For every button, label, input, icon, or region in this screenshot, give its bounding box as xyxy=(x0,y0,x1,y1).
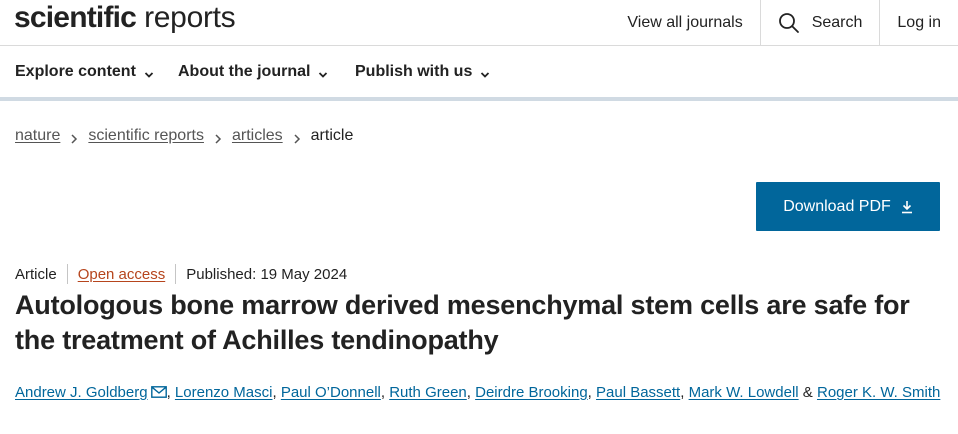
author-link[interactable]: Mark W. Lowdell xyxy=(689,384,799,401)
nav-item-label: Publish with us xyxy=(355,63,473,80)
author-separator: , xyxy=(466,384,471,401)
mail-icon[interactable] xyxy=(150,378,167,398)
author-link[interactable]: Lorenzo Masci xyxy=(175,384,273,401)
nav-explore-content[interactable]: Explore content xyxy=(15,63,154,81)
chevron-down-icon xyxy=(480,67,490,78)
breadcrumb-link-nature[interactable]: nature xyxy=(15,127,60,145)
download-pdf-label: Download PDF xyxy=(783,197,891,215)
top-bar: scientific reports View all journals Sea… xyxy=(0,0,958,46)
view-all-journals-link[interactable]: View all journals xyxy=(610,0,759,45)
author-link[interactable]: Paul O’Donnell xyxy=(281,384,381,401)
article-type: Article xyxy=(15,265,57,283)
author-conjunction: & xyxy=(802,384,813,401)
download-pdf-button[interactable]: Download PDF xyxy=(756,182,940,231)
breadcrumb: nature scientific reports articles artic… xyxy=(15,127,353,145)
breadcrumb-current: article xyxy=(310,127,354,144)
author-link[interactable]: Paul Bassett xyxy=(596,384,680,401)
article-title: Autologous bone marrow derived mesenchym… xyxy=(15,290,910,355)
chevron-down-icon xyxy=(144,67,154,78)
author-separator: , xyxy=(380,384,386,401)
chevron-right-icon xyxy=(293,131,301,144)
author-link[interactable]: Deirdre Brooking xyxy=(475,384,588,401)
open-access-link[interactable]: Open access xyxy=(78,266,166,283)
chevron-down-icon xyxy=(318,67,328,78)
top-actions: View all journals Search Log in xyxy=(610,0,958,45)
chevron-right-icon xyxy=(214,131,222,144)
author-separator: , xyxy=(272,384,277,401)
meta-divider xyxy=(175,264,177,284)
published-date: Published: 19 May 2024 xyxy=(186,265,348,283)
author-link[interactable]: Andrew J. Goldberg xyxy=(15,384,148,401)
author-separator: , xyxy=(166,384,171,401)
meta-divider xyxy=(66,264,68,284)
logo-light-text: reports xyxy=(144,1,236,34)
author-list: Andrew J. Goldberg, Lorenzo Masci, Paul … xyxy=(15,377,945,408)
article-meta: Article Open access Published: 19 May 20… xyxy=(15,264,347,284)
author-separator: , xyxy=(680,384,685,401)
author-link[interactable]: Roger K. W. Smith xyxy=(817,384,940,401)
logo-bold-text: scientific xyxy=(14,1,137,34)
author-link[interactable]: Ruth Green xyxy=(389,384,467,401)
search-button[interactable]: Search xyxy=(759,0,880,45)
nav-about-journal[interactable]: About the journal xyxy=(178,63,328,81)
search-label: Search xyxy=(811,13,863,31)
author-separator: , xyxy=(587,384,592,401)
nav-item-label: About the journal xyxy=(178,63,311,80)
chevron-right-icon xyxy=(70,131,78,144)
breadcrumb-link-articles[interactable]: articles xyxy=(232,127,283,145)
login-link[interactable]: Log in xyxy=(879,0,958,45)
search-icon xyxy=(778,12,800,34)
nav-item-label: Explore content xyxy=(15,63,136,80)
main-nav: Explore content About the journal Publis… xyxy=(0,46,958,101)
download-icon xyxy=(901,200,913,214)
breadcrumb-link-scientific-reports[interactable]: scientific reports xyxy=(88,127,204,145)
journal-logo[interactable]: scientific reports xyxy=(14,0,236,36)
nav-publish-with-us[interactable]: Publish with us xyxy=(355,63,490,81)
